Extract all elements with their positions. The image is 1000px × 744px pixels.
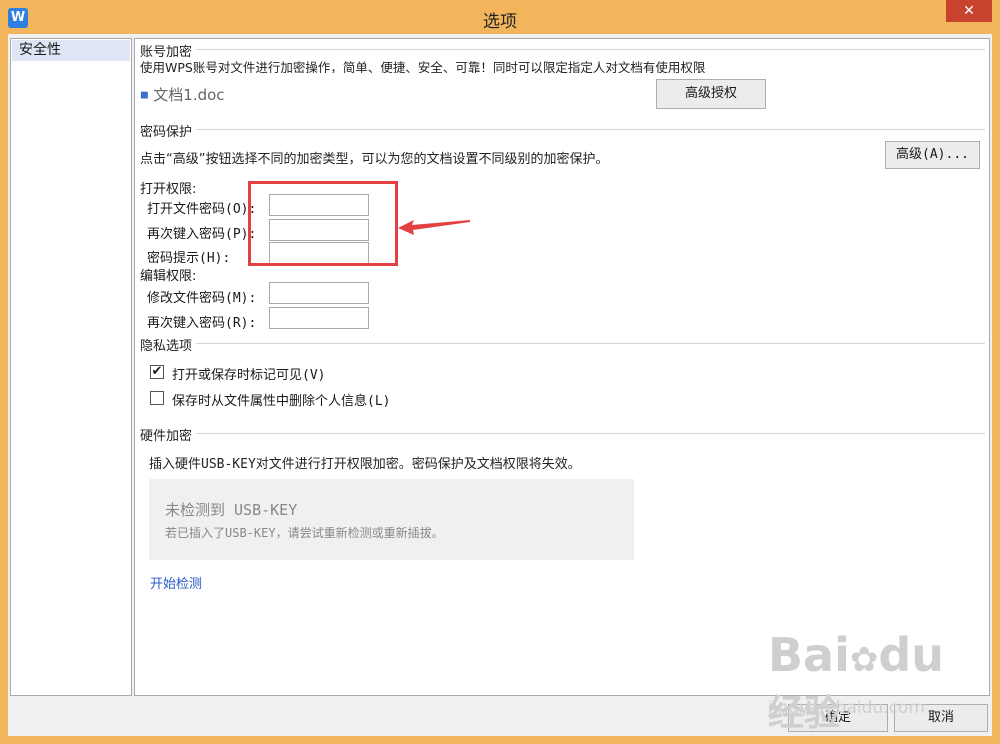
watermark-brand: Bai bbox=[768, 628, 850, 682]
password-protection-description: 点击“高级”按钮选择不同的加密类型，可以为您的文档设置不同级别的加密保护。 bbox=[140, 152, 609, 167]
open-password-label: 打开文件密码(O): bbox=[147, 202, 257, 217]
check-icon: ✔ bbox=[151, 364, 163, 379]
watermark-brand-suffix: du bbox=[878, 628, 945, 682]
modify-password-field[interactable] bbox=[269, 282, 369, 304]
document-icon: ■ bbox=[140, 90, 149, 101]
account-encrypt-description: 使用WPS账号对文件进行加密操作，简单、便捷、安全、可靠！同时可以限定指定人对文… bbox=[140, 60, 706, 73]
mark-visible-label[interactable]: 打开或保存时标记可见(V) bbox=[172, 364, 325, 383]
file-entry: ■ 文档1.doc bbox=[140, 84, 225, 105]
start-detect-link[interactable]: 开始检测 bbox=[150, 573, 202, 592]
reenter-open-password-label: 再次键入密码(P): bbox=[147, 227, 257, 242]
remove-personal-info-checkbox[interactable] bbox=[150, 391, 164, 405]
dialog-title: 选项 bbox=[483, 12, 517, 32]
file-name: 文档1.doc bbox=[153, 86, 225, 104]
close-button[interactable]: ✕ bbox=[946, 0, 992, 22]
advanced-button[interactable]: 高级(A)... bbox=[885, 141, 980, 169]
options-dialog: W 选项 ✕ 安全性 账号加密 使用WPS账号对文件进行加密操作，简单、便捷、安… bbox=[0, 0, 1000, 744]
hardware-encrypt-description: 插入硬件USB-KEY对文件进行打开权限加密。密码保护及文档权限将失效。 bbox=[149, 457, 581, 472]
usb-status-title: 未检测到 USB-KEY bbox=[165, 501, 298, 519]
sidebar-item-label: 安全性 bbox=[19, 42, 61, 58]
password-protection-title: 密码保护 bbox=[140, 121, 197, 140]
mark-visible-checkbox[interactable]: ✔ bbox=[150, 365, 164, 379]
section-divider bbox=[195, 343, 985, 344]
usb-status-box: 未检测到 USB-KEY 若已插入了USB-KEY，请尝试重新检测或重新插拔。 bbox=[149, 479, 634, 560]
usb-status-hint: 若已插入了USB-KEY，请尝试重新检测或重新插拔。 bbox=[165, 526, 444, 540]
modify-password-label: 修改文件密码(M): bbox=[147, 291, 257, 306]
privacy-title: 隐私选项 bbox=[140, 335, 197, 354]
paw-icon: ✿ bbox=[849, 640, 879, 680]
watermark-url: jingyan.baidu.com bbox=[768, 698, 925, 718]
open-permission-title: 打开权限: bbox=[140, 182, 197, 197]
title-bar[interactable]: W 选项 ✕ bbox=[0, 0, 1000, 34]
edit-permission-title: 编辑权限: bbox=[140, 269, 197, 284]
account-encrypt-title: 账号加密 bbox=[140, 41, 197, 60]
annotation-arrow-icon bbox=[398, 220, 470, 235]
section-divider bbox=[195, 433, 985, 434]
close-icon: ✕ bbox=[963, 3, 975, 19]
security-panel: 账号加密 使用WPS账号对文件进行加密操作，简单、便捷、安全、可靠！同时可以限定… bbox=[134, 38, 990, 696]
sidebar-item-security[interactable]: 安全性 bbox=[12, 40, 130, 61]
advanced-auth-button[interactable]: 高级授权 bbox=[656, 79, 766, 109]
remove-personal-info-label[interactable]: 保存时从文件属性中删除个人信息(L) bbox=[172, 390, 390, 409]
password-hint-label: 密码提示(H): bbox=[147, 251, 231, 266]
section-divider bbox=[195, 129, 985, 130]
section-divider bbox=[195, 49, 985, 50]
reenter-modify-password-field[interactable] bbox=[269, 307, 369, 329]
reenter-modify-password-label: 再次键入密码(R): bbox=[147, 316, 257, 331]
baidu-jingyan-watermark: Bai✿du 经验 jingyan.baidu.com bbox=[760, 628, 990, 734]
hardware-encrypt-title: 硬件加密 bbox=[140, 425, 197, 444]
options-sidebar: 安全性 bbox=[10, 38, 132, 696]
annotation-highlight-box bbox=[248, 181, 398, 266]
